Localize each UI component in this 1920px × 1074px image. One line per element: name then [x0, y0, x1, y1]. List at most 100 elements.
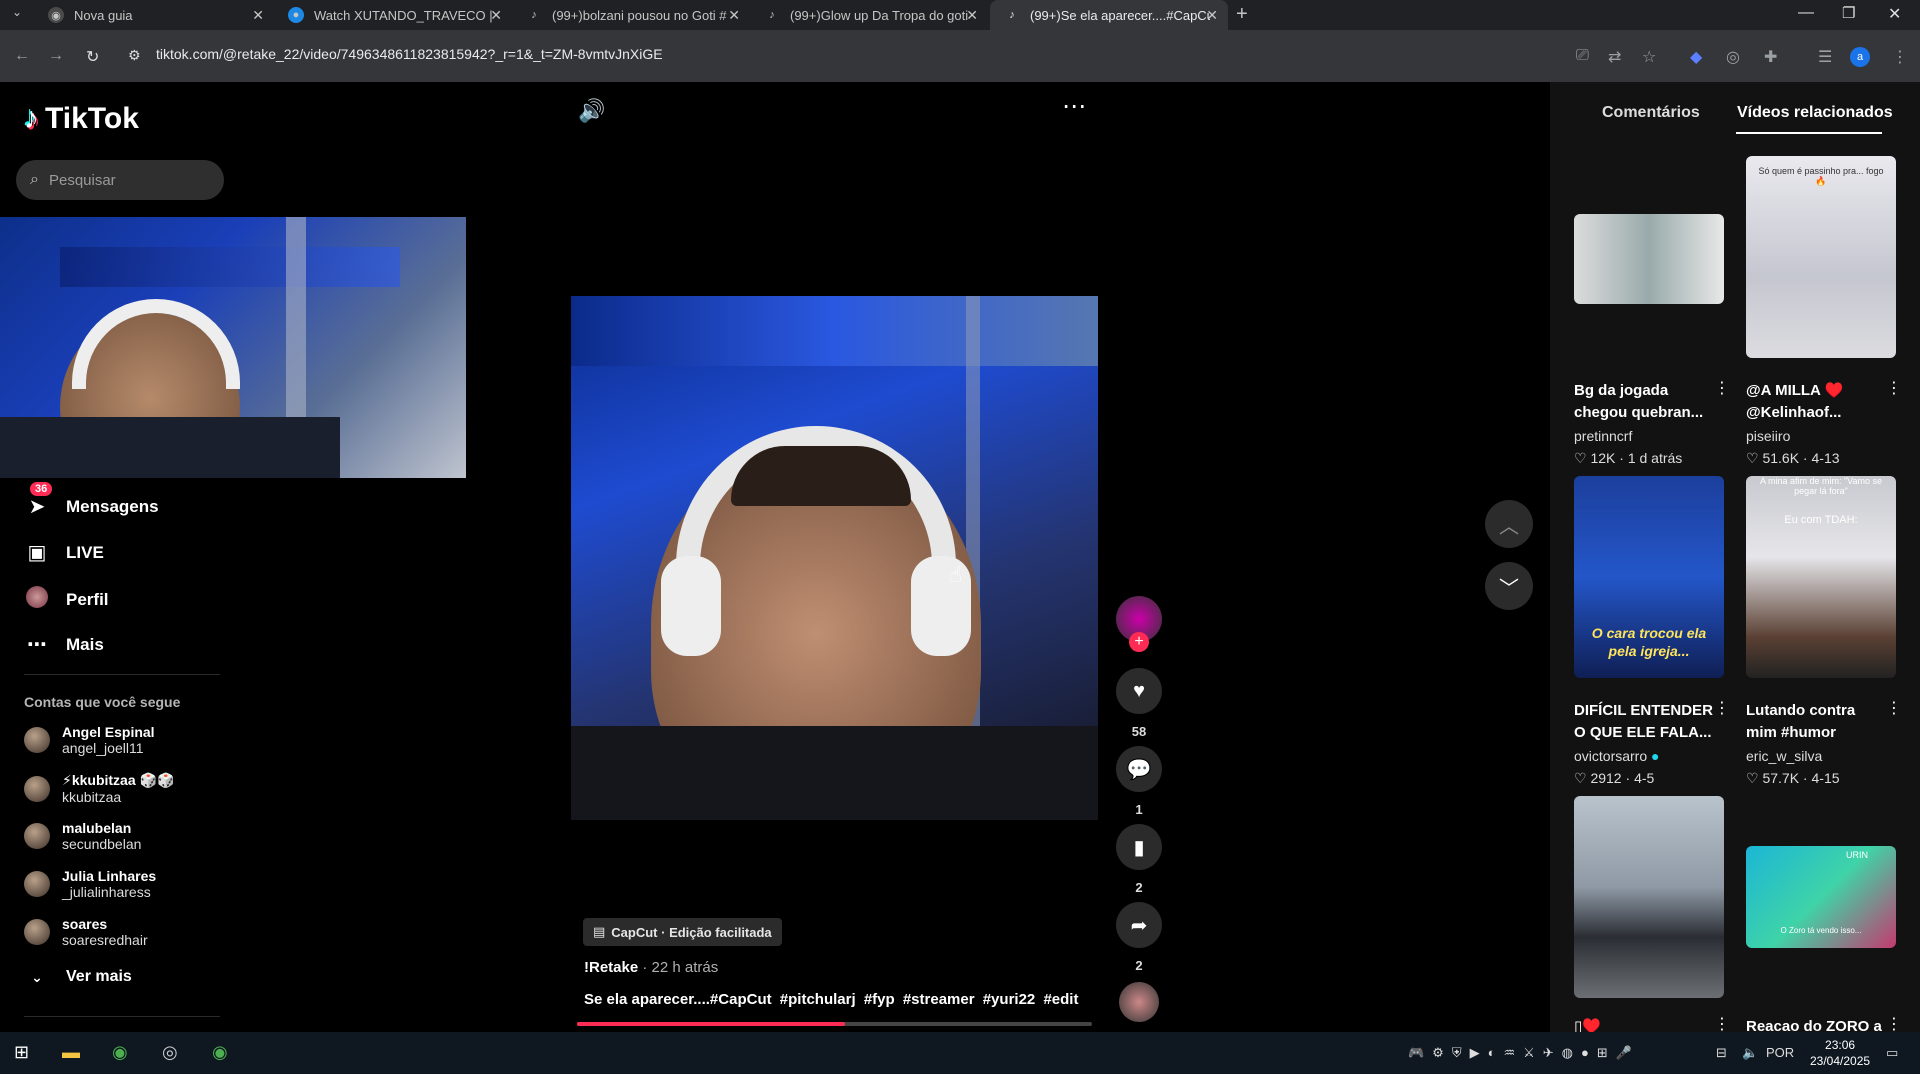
video-stats: ♡ 12K · 1 d atrás	[1574, 450, 1683, 466]
app-icon[interactable]: ◎	[162, 1042, 178, 1063]
nav-live[interactable]: ▣ LIVE	[24, 540, 104, 565]
followed-account[interactable]: malubelan secundbelan	[24, 820, 141, 852]
nav-label: Perfil	[66, 590, 109, 609]
tiktok-icon: ♪	[531, 9, 537, 21]
close-tab-icon[interactable]: ✕	[490, 7, 502, 24]
chrome-icon[interactable]: ◉	[112, 1042, 128, 1063]
notifications-icon[interactable]: ▭	[1886, 1045, 1898, 1061]
browser-tab-1[interactable]: ◉ Nova guia ✕	[34, 0, 274, 30]
send-icon: ➤ 36	[24, 482, 53, 519]
video-player[interactable]: ☝	[571, 296, 1098, 820]
browser-tab-4[interactable]: ♪ (99+)Glow up Da Tropa do goti ✕	[750, 0, 988, 30]
video-user: piseiiro	[1746, 428, 1791, 444]
hashtag-link[interactable]: #pitchularj	[780, 991, 856, 1008]
next-video-button[interactable]: ﹀	[1485, 562, 1533, 610]
restore-icon[interactable]: ❐	[1842, 4, 1855, 22]
related-video-card[interactable]: URIN O Zoro tá vendo isso... Reacao do Z…	[1746, 796, 1902, 1035]
tab-related-videos[interactable]: Vídeos relacionados	[1737, 104, 1893, 122]
video-thumbnail: O cara trocou ela pela igreja...	[1574, 476, 1724, 678]
close-tab-icon[interactable]: ✕	[728, 7, 740, 24]
puzzle-icon[interactable]: ✚	[1764, 47, 1777, 67]
tab-title: (99+)Glow up Da Tropa do goti	[790, 7, 969, 23]
menu-icon[interactable]: ⋮	[1892, 47, 1908, 67]
back-icon[interactable]: ←	[14, 47, 30, 65]
nav-label: Mensagens	[66, 496, 159, 516]
speaker-icon[interactable]: 🔈	[1742, 1045, 1758, 1061]
sound-disc-button[interactable]	[1116, 982, 1162, 1022]
related-video-card[interactable]: Bg da jogada chegou quebran... ⋮ pretinn…	[1574, 156, 1730, 466]
related-video-card[interactable]: ▯♥️ ⋮	[1574, 796, 1730, 1035]
input-language[interactable]: POR	[1766, 1045, 1794, 1060]
close-tab-icon[interactable]: ✕	[966, 7, 978, 24]
windows-start-icon[interactable]: ⊞	[14, 1042, 29, 1063]
bookmark-star-icon[interactable]: ☆	[1642, 47, 1656, 67]
profile-avatar	[24, 586, 50, 614]
close-tab-icon[interactable]: ✕	[252, 7, 264, 24]
more-vert-icon[interactable]: ⋮	[1714, 698, 1730, 718]
followed-account[interactable]: Julia Linhares _julialinharess	[24, 868, 156, 900]
extension-icon[interactable]: ◆	[1690, 47, 1702, 67]
more-vert-icon[interactable]: ⋮	[1886, 1014, 1902, 1034]
hashtag-link[interactable]: #streamer	[903, 991, 975, 1008]
followed-account[interactable]: ⚡kkubitzaa 🎲🎲 kkubitzaa	[24, 772, 174, 805]
more-vert-icon[interactable]: ⋮	[1714, 378, 1730, 398]
video-author[interactable]: !Retake · 22 h atrás	[584, 959, 718, 976]
browser-tab-3[interactable]: ♪ (99+)bolzani pousou no Goti # ✕	[512, 0, 750, 30]
search-input[interactable]: ⌕ Pesquisar	[16, 160, 224, 200]
followed-account[interactable]: Angel Espinal angel_joell11	[24, 724, 155, 756]
comment-button[interactable]: 💬 1	[1116, 746, 1162, 817]
minimize-icon[interactable]: —	[1798, 4, 1814, 22]
followed-account[interactable]: soares soaresredhair	[24, 916, 148, 948]
share-button[interactable]: ➦ 2	[1116, 902, 1162, 973]
media-icon[interactable]: ☰	[1818, 47, 1832, 67]
effect-label-chip[interactable]: ▤ CapCut · Edição facilitada	[583, 918, 782, 946]
comment-count: 1	[1135, 802, 1143, 817]
related-video-card[interactable]: O cara trocou ela pela igreja... DIFÍCIL…	[1574, 476, 1730, 786]
nav-messages[interactable]: ➤ 36 Mensagens	[24, 482, 159, 519]
like-count: 58	[1131, 724, 1147, 739]
install-icon[interactable]: ⎚	[1576, 47, 1589, 65]
forward-icon[interactable]: →	[48, 47, 64, 65]
bookmark-icon: ▮	[1116, 824, 1162, 870]
file-explorer-icon[interactable]: ▬	[62, 1042, 80, 1063]
save-button[interactable]: ▮ 2	[1116, 824, 1162, 895]
reload-icon[interactable]: ↻	[86, 47, 99, 67]
chrome-active-icon[interactable]: ◉	[212, 1042, 228, 1063]
tab-search-icon[interactable]: ⌄	[12, 5, 22, 19]
volume-icon[interactable]: 🔊	[578, 98, 605, 124]
translate-icon[interactable]: ⇄	[1608, 47, 1621, 67]
tray-icons[interactable]: 🎮⚙⛨▶◐♒⚔✈◍●⊞🎤	[1408, 1045, 1640, 1061]
hashtag-link[interactable]: #fyp	[864, 991, 895, 1008]
tab-comments[interactable]: Comentários	[1602, 104, 1700, 122]
profile-avatar-icon[interactable]: a	[1850, 47, 1870, 67]
related-video-card[interactable]: Só quem é passinho pra... fogo 🔥 @A MILL…	[1746, 156, 1902, 466]
tiktok-logo[interactable]: ♪ TikTok	[24, 102, 139, 136]
related-video-card[interactable]: A mina afim de mim: "Vamo se pegar lá fo…	[1746, 476, 1902, 786]
nav-more[interactable]: ⋯ Mais	[24, 632, 104, 657]
site-info-icon[interactable]: ⚙	[128, 47, 141, 64]
see-more-link[interactable]: ⌄ Ver mais	[24, 968, 132, 986]
new-tab-icon[interactable]: +	[1236, 3, 1248, 26]
url-bar[interactable]: tiktok.com/@retake_22/video/749634861182…	[156, 46, 663, 62]
close-window-icon[interactable]: ✕	[1888, 4, 1901, 24]
network-icon[interactable]: ⊟	[1716, 1045, 1727, 1061]
more-vert-icon[interactable]: ⋮	[1886, 698, 1902, 718]
extension-icon[interactable]: ◎	[1726, 47, 1740, 67]
creator-avatar-button[interactable]: +	[1116, 596, 1162, 652]
previous-video-button[interactable]: ︿	[1485, 500, 1533, 548]
hashtag-link[interactable]: #edit	[1043, 991, 1078, 1008]
follow-plus-icon[interactable]: +	[1129, 632, 1149, 652]
cursor-icon: ☝	[949, 562, 963, 587]
hashtag-link[interactable]: #yuri22	[983, 991, 1036, 1008]
video-progress-bar[interactable]	[577, 1022, 1092, 1026]
clock[interactable]: 23:06 23/04/2025	[1810, 1037, 1870, 1069]
more-options-icon[interactable]: ⋯	[1062, 92, 1086, 121]
more-vert-icon[interactable]: ⋮	[1714, 1014, 1730, 1034]
browser-tab-5[interactable]: ♪ (99+)Se ela aparecer....#CapCut ✕	[990, 0, 1228, 30]
browser-tab-2[interactable]: ● Watch XUTANDO_TRAVECO | St ✕	[274, 0, 512, 30]
nav-profile[interactable]: Perfil	[24, 586, 109, 614]
close-tab-icon[interactable]: ✕	[1206, 7, 1218, 24]
like-button[interactable]: ♥ 58	[1116, 668, 1162, 739]
more-vert-icon[interactable]: ⋮	[1886, 378, 1902, 398]
comment-icon: 💬	[1116, 746, 1162, 792]
